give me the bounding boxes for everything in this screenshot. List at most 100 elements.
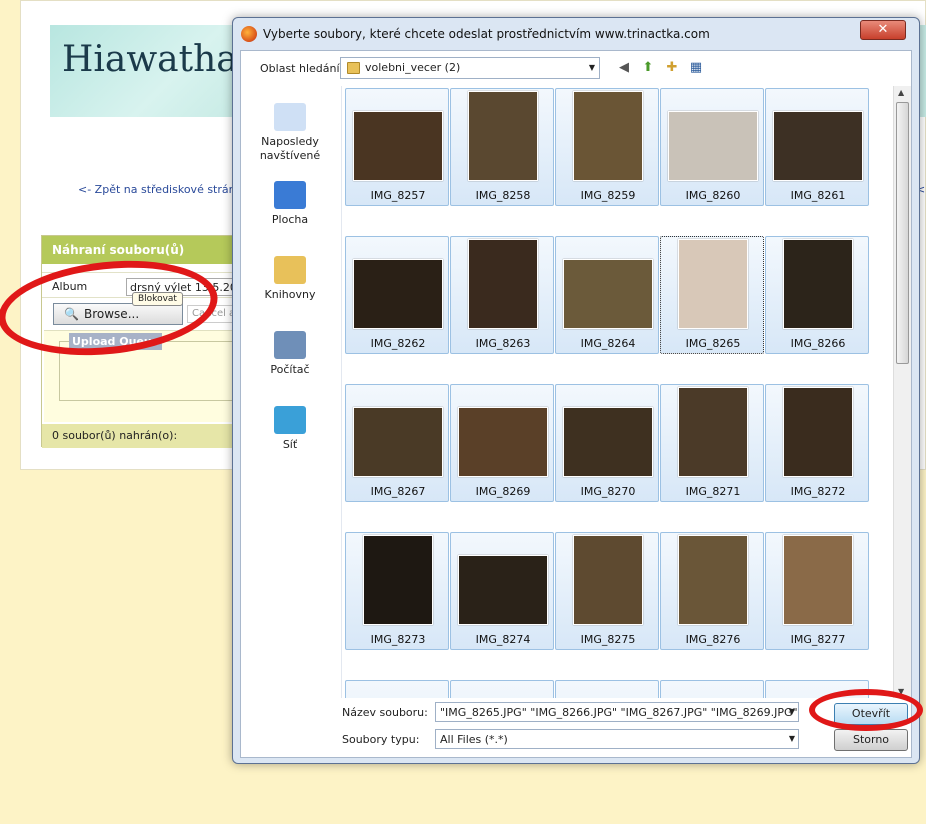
file-name: IMG_8262: [370, 337, 426, 350]
place-2[interactable]: Knihovny: [242, 256, 338, 302]
photo-preview: [573, 535, 643, 625]
photo-preview: [363, 535, 433, 625]
photo-preview: [573, 91, 643, 181]
computer-icon: [274, 331, 306, 359]
photo-preview: [468, 91, 538, 181]
dialog-titlebar: Vyberte soubory, které chcete odeslat pr…: [241, 24, 710, 44]
file-thumbnail[interactable]: IMG_8265: [660, 236, 764, 354]
view-menu-icon[interactable]: ▦: [686, 58, 706, 78]
photo-preview: [678, 387, 748, 477]
file-thumbnail[interactable]: IMG_8262: [345, 236, 449, 354]
file-name: IMG_8270: [580, 485, 636, 498]
file-name: IMG_8269: [475, 485, 531, 498]
file-name: IMG_8274: [475, 633, 531, 646]
place-label: Počítač: [270, 363, 310, 376]
file-name: IMG_8260: [685, 189, 741, 202]
site-banner: Hiawatha F: [50, 25, 250, 117]
file-name: IMG_8275: [580, 633, 636, 646]
dialog-body: Oblast hledání: volebni_vecer (2) ▼ ◀ ⬆ …: [240, 50, 912, 758]
desktop-icon: [274, 181, 306, 209]
firefox-icon: [241, 26, 257, 42]
close-button[interactable]: ✕: [860, 20, 906, 40]
file-thumbnail-partial[interactable]: [555, 680, 659, 698]
scrollbar-thumb[interactable]: [896, 102, 909, 364]
photo-preview: [458, 407, 548, 477]
look-in-label: Oblast hledání:: [260, 62, 344, 75]
filename-input[interactable]: "IMG_8265.JPG" "IMG_8266.JPG" "IMG_8267.…: [435, 702, 799, 722]
place-0[interactable]: Naposledy navštívené: [242, 103, 338, 163]
file-thumbnail[interactable]: IMG_8276: [660, 532, 764, 650]
filetype-value: All Files (*.*): [440, 733, 508, 746]
dialog-toolbar: ◀ ⬆ ✚ ▦: [614, 58, 706, 78]
file-name: IMG_8267: [370, 485, 426, 498]
chevron-down-icon: ▼: [788, 707, 795, 716]
file-name: IMG_8272: [790, 485, 846, 498]
upload-header: Náhraní souboru(ů): [42, 236, 240, 264]
file-thumbnail[interactable]: IMG_8261: [765, 88, 869, 206]
file-thumbnail[interactable]: IMG_8257: [345, 88, 449, 206]
file-thumbnail[interactable]: IMG_8275: [555, 532, 659, 650]
look-in-value: volebni_vecer (2): [365, 61, 461, 74]
back-icon[interactable]: ◀: [614, 58, 634, 78]
place-label: Síť: [282, 438, 298, 451]
file-thumbnail[interactable]: IMG_8270: [555, 384, 659, 502]
file-name: IMG_8273: [370, 633, 426, 646]
photo-preview: [458, 555, 548, 625]
places-bar: Naposledy navštívené Plocha Knihovny Počíta…: [242, 87, 338, 707]
scroll-up-icon[interactable]: ▲: [898, 88, 904, 97]
cancel-button[interactable]: Storno: [834, 729, 908, 751]
file-name: IMG_8261: [790, 189, 846, 202]
file-name: IMG_8264: [580, 337, 636, 350]
file-thumbnail[interactable]: IMG_8274: [450, 532, 554, 650]
photo-preview: [468, 239, 538, 329]
new-folder-icon[interactable]: ✚: [662, 58, 682, 78]
folder-icon: [347, 62, 360, 74]
file-thumbnail[interactable]: IMG_8264: [555, 236, 659, 354]
file-thumbnail[interactable]: IMG_8277: [765, 532, 869, 650]
annotation-ring-open: [809, 689, 923, 731]
photo-preview: [668, 111, 758, 181]
file-name: IMG_8258: [475, 189, 531, 202]
chevron-down-icon: ▼: [588, 63, 595, 72]
file-thumbnail[interactable]: IMG_8260: [660, 88, 764, 206]
photo-preview: [783, 387, 853, 477]
file-list-scrollbar[interactable]: ▲ ▼: [893, 86, 911, 698]
place-1[interactable]: Plocha: [242, 181, 338, 227]
libraries-icon: [274, 256, 306, 284]
place-label: Naposledy navštívené: [259, 135, 321, 162]
file-thumbnail[interactable]: IMG_8266: [765, 236, 869, 354]
look-in-select[interactable]: volebni_vecer (2) ▼: [340, 57, 600, 79]
place-4[interactable]: Síť: [242, 406, 338, 452]
place-label: Knihovny: [264, 288, 316, 301]
place-3[interactable]: Počítač: [242, 331, 338, 377]
file-thumbnail-partial[interactable]: [660, 680, 764, 698]
file-list: IMG_8257 IMG_8258 IMG_8259 IMG_8260 IMG_8261…: [341, 86, 898, 698]
file-thumbnail[interactable]: IMG_8273: [345, 532, 449, 650]
file-thumbnail[interactable]: IMG_8263: [450, 236, 554, 354]
back-link[interactable]: <- Zpět na střediskové strán: [78, 183, 236, 196]
file-thumbnail[interactable]: IMG_8269: [450, 384, 554, 502]
file-name: IMG_8277: [790, 633, 846, 646]
file-name: IMG_8263: [475, 337, 531, 350]
file-thumbnail[interactable]: IMG_8272: [765, 384, 869, 502]
filename-value: "IMG_8265.JPG" "IMG_8266.JPG" "IMG_8267.…: [440, 706, 798, 719]
filetype-label: Soubory typu:: [342, 733, 420, 746]
file-thumbnail[interactable]: IMG_8271: [660, 384, 764, 502]
file-thumbnail[interactable]: IMG_8267: [345, 384, 449, 502]
photo-preview: [353, 259, 443, 329]
dialog-title: Vyberte soubory, které chcete odeslat pr…: [263, 27, 710, 41]
photo-preview: [563, 407, 653, 477]
filetype-select[interactable]: All Files (*.*) ▼: [435, 729, 799, 749]
file-thumbnail-partial[interactable]: [345, 680, 449, 698]
photo-preview: [783, 535, 853, 625]
photo-preview: [678, 239, 748, 329]
file-name: IMG_8276: [685, 633, 741, 646]
photo-preview: [678, 535, 748, 625]
filename-label: Název souboru:: [342, 706, 428, 719]
file-thumbnail-partial[interactable]: [450, 680, 554, 698]
up-folder-icon[interactable]: ⬆: [638, 58, 658, 78]
file-thumbnail[interactable]: IMG_8258: [450, 88, 554, 206]
chevron-down-icon: ▼: [788, 734, 795, 743]
place-label: Plocha: [271, 213, 309, 226]
file-thumbnail[interactable]: IMG_8259: [555, 88, 659, 206]
